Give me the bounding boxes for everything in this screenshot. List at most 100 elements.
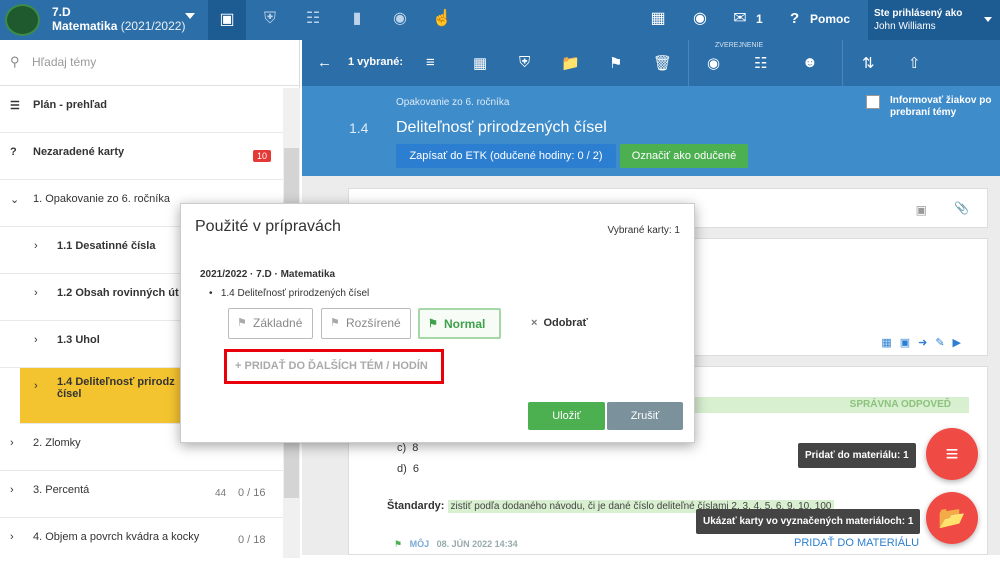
show-cards-fab[interactable]: 📂 bbox=[926, 492, 978, 544]
chevron-down-icon[interactable] bbox=[984, 17, 992, 22]
level-label: Normal bbox=[444, 317, 486, 331]
flag-icon[interactable]: ◉ bbox=[707, 54, 720, 72]
export-icon[interactable]: ⇧ bbox=[908, 54, 921, 72]
help-icon[interactable]: ? bbox=[790, 10, 799, 27]
author: MÔJ bbox=[409, 539, 430, 549]
date: 08. JÚN 2022 14:34 bbox=[436, 539, 518, 549]
shield-icon[interactable]: ⛨ bbox=[260, 9, 280, 29]
sidebar-item-plan[interactable]: ☰ Plán - prehľad bbox=[0, 86, 299, 133]
institution-icon[interactable]: ☷ bbox=[754, 54, 767, 72]
card-actions: ▦▣➜✎▶ bbox=[881, 337, 969, 349]
group-icon[interactable]: ☻ bbox=[802, 54, 818, 71]
sidebar-item-label: 1. Opakovanie zo 6. ročníka bbox=[33, 193, 170, 205]
back-arrow-icon[interactable]: ← bbox=[317, 54, 332, 71]
publish-label: ZVEREJNENIE bbox=[715, 42, 764, 49]
folder-icon[interactable]: 📁 bbox=[561, 54, 580, 72]
add-more-label: PRIDAŤ DO ĎALŠÍCH TÉM / HODÍN bbox=[244, 360, 428, 372]
playlist-add-icon: ≡ bbox=[945, 441, 959, 466]
option-c: c) 8 bbox=[397, 442, 418, 454]
correct-answer-bar: SPRÁVNA ODPOVEĎ bbox=[679, 397, 969, 413]
cast-icon[interactable]: ▦ bbox=[473, 54, 487, 72]
class-selector[interactable]: 7.D Matematika (2021/2022) bbox=[52, 5, 185, 33]
tag-icon: ⚑ bbox=[237, 317, 247, 329]
sidebar-item-topic-3[interactable]: › 3. Percentá 44 0 / 16 bbox=[0, 471, 299, 518]
list-icon: ☰ bbox=[10, 100, 20, 112]
save-button[interactable]: Uložiť bbox=[528, 402, 605, 430]
mail-count: 1 bbox=[756, 12, 763, 26]
page-title: Deliteľnosť prirodzených čísel bbox=[396, 119, 607, 136]
gauge-icon[interactable]: ◉ bbox=[390, 9, 410, 29]
add-to-list-icon[interactable]: ≡ bbox=[426, 54, 435, 71]
help-link[interactable]: Pomoc bbox=[810, 12, 850, 26]
lesson-ratio: 0 / 18 bbox=[238, 534, 266, 546]
tag-icon[interactable]: ⚑ bbox=[609, 54, 622, 72]
write-etk-button[interactable]: Zapísať do ETK (odučené hodiny: 0 / 2) bbox=[396, 144, 616, 168]
add-to-material-link[interactable]: PRIDAŤ DO MATERIÁLU bbox=[794, 537, 919, 549]
topic-label: 1.4 Deliteľnosť prirodzených čísel bbox=[220, 288, 370, 299]
option-label: d) bbox=[397, 463, 407, 475]
sidebar-item-label: 1.3 Uhol bbox=[57, 334, 100, 346]
chevron-down-icon: ⌄ bbox=[10, 194, 20, 206]
divider bbox=[688, 40, 689, 86]
chevron-right-icon: › bbox=[10, 437, 14, 449]
cancel-button[interactable]: Zrušiť bbox=[607, 402, 683, 430]
chevron-right-icon: › bbox=[34, 240, 38, 252]
class-name: 7.D bbox=[52, 5, 71, 19]
selected-cards: Vybrané karty: 1 bbox=[607, 225, 680, 236]
mail-icon[interactable]: ✉ bbox=[730, 9, 750, 29]
topic-parent: Opakovanie zo 6. ročníka bbox=[396, 97, 510, 108]
add-to-material-fab[interactable]: ≡ bbox=[926, 428, 978, 480]
mark-taught-button[interactable]: Označiť ako odučené bbox=[620, 144, 748, 168]
list-item: • 1.4 Deliteľnosť prirodzených čísel bbox=[209, 288, 370, 299]
chat-icon[interactable]: ◉ bbox=[690, 9, 710, 29]
dialog-title: Použité v prípravách bbox=[195, 218, 341, 235]
level-extended-button[interactable]: ⚑ Rozšírené bbox=[321, 308, 411, 339]
option-d: d) 6 bbox=[397, 463, 419, 475]
institution-icon[interactable]: ☷ bbox=[303, 9, 323, 29]
chevron-right-icon: › bbox=[34, 380, 38, 392]
cast-icon[interactable]: ▦ bbox=[648, 9, 668, 29]
tag-icon: ⚑ bbox=[394, 539, 403, 549]
close-icon: × bbox=[531, 317, 538, 329]
count-badge: 10 bbox=[253, 150, 272, 162]
bar-chart-icon[interactable]: ▮ bbox=[347, 9, 367, 29]
students-icon[interactable]: ☝ bbox=[432, 9, 452, 29]
plus-icon: + bbox=[235, 360, 242, 372]
inform-label: Informovať žiakov po prebraní témy bbox=[890, 95, 992, 118]
image-icon[interactable]: ▣ bbox=[916, 203, 927, 217]
class-avatar[interactable] bbox=[5, 4, 40, 36]
card-count: 44 bbox=[215, 488, 227, 499]
inform-students-option[interactable]: Informovať žiakov po prebraní témy bbox=[866, 95, 998, 119]
card-toolbar: ← 1 vybrané: ≡ ▦ ⛨ 📁 ⚑ 🗑 ZVEREJNENIE ◉ ☷… bbox=[302, 40, 1000, 86]
inform-checkbox[interactable] bbox=[866, 95, 880, 109]
option-label: c) bbox=[397, 442, 407, 454]
tag-icon: ⚑ bbox=[428, 318, 438, 330]
topic-header: Opakovanie zo 6. ročníka 1.4 Deliteľnosť… bbox=[302, 86, 1000, 176]
sidebar-item-label: Plán - prehľad bbox=[33, 99, 107, 111]
sidebar-item-label: 1.2 Obsah rovinných út bbox=[57, 287, 179, 299]
user-menu[interactable]: Ste prihlásený ako John Williams bbox=[868, 0, 1000, 40]
search-input[interactable]: Hľadaj témy bbox=[32, 55, 96, 69]
sidebar-item-topic-4[interactable]: › 4. Objem a povrch kvádra a kocky 0 / 1… bbox=[0, 518, 299, 565]
sort-icon[interactable]: ⇅ bbox=[862, 54, 875, 72]
chevron-down-icon[interactable] bbox=[185, 13, 195, 19]
sidebar-item-label: 2. Zlomky bbox=[33, 437, 81, 449]
attachment-icon[interactable]: 📎 bbox=[954, 201, 969, 215]
topic-search[interactable]: ⚲ Hľadaj témy bbox=[0, 40, 299, 86]
user-name: John Williams bbox=[874, 21, 936, 32]
remove-button[interactable]: × Odobrať bbox=[531, 317, 588, 329]
divider bbox=[842, 40, 843, 86]
top-bar: 7.D Matematika (2021/2022) ▣ ⛨ ☷ ▮ ◉ ☝ ▦… bbox=[0, 0, 1000, 40]
level-basic-button[interactable]: ⚑ Základné bbox=[228, 308, 313, 339]
chevron-right-icon: › bbox=[34, 287, 38, 299]
folder-open-icon: 📂 bbox=[938, 505, 966, 530]
trash-icon[interactable]: 🗑 bbox=[653, 54, 672, 72]
level-label: Základné bbox=[253, 316, 303, 330]
briefcase-icon[interactable]: ▣ bbox=[208, 0, 246, 40]
option-value: 6 bbox=[412, 463, 420, 475]
level-normal-button[interactable]: ⚑ Normal bbox=[418, 308, 501, 339]
used-in-preparations-dialog: Použité v prípravách Vybrané karty: 1 20… bbox=[180, 203, 695, 443]
add-to-more-topics-button[interactable]: + PRIDAŤ DO ĎALŠÍCH TÉM / HODÍN bbox=[224, 349, 444, 384]
shield-icon[interactable]: ⛨ bbox=[519, 54, 530, 71]
sidebar-item-unassigned[interactable]: ? Nezaradené karty 10 bbox=[0, 133, 299, 180]
